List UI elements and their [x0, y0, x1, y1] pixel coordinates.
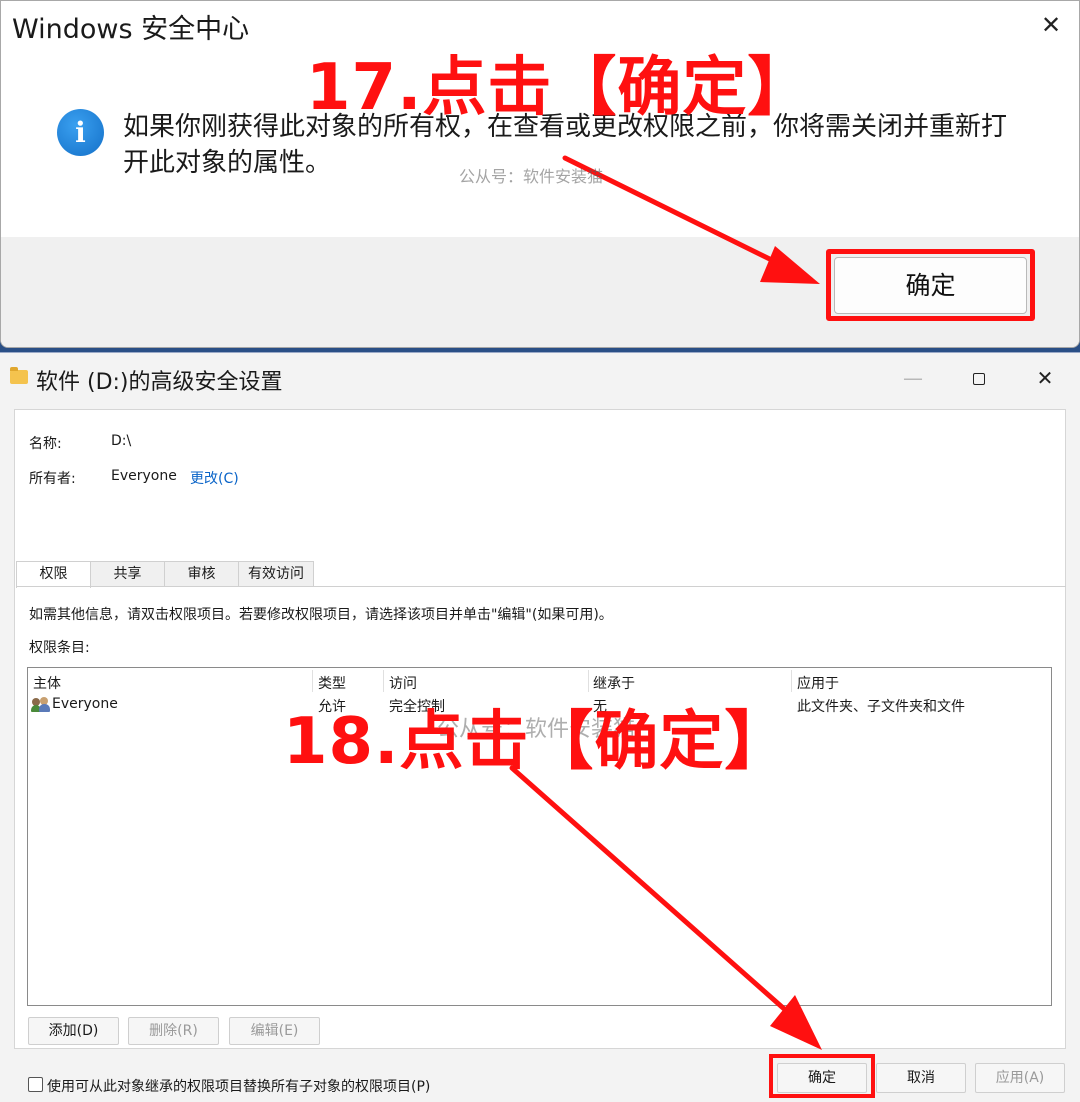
replace-child-permissions-checkbox[interactable] [28, 1077, 43, 1092]
highlight-box-ok-1 [826, 249, 1035, 321]
watermark: 公从号：软件安装猫 [459, 167, 604, 186]
remove-button[interactable]: 删除(R) [128, 1017, 219, 1045]
apply-button[interactable]: 应用(A) [975, 1063, 1065, 1093]
close-icon[interactable]: ✕ [1038, 12, 1064, 38]
step-17-annotation: 17.点击【确定】 [306, 51, 813, 125]
users-icon [31, 697, 50, 712]
maximize-icon[interactable] [966, 365, 992, 391]
window-title: 软件 (D:)的高级安全设置 [36, 370, 283, 395]
highlight-box-ok-2 [769, 1054, 875, 1098]
window-close-icon[interactable]: ✕ [1032, 365, 1058, 391]
cell-principal: Everyone [52, 696, 118, 712]
replace-child-permissions-label[interactable]: 使用可从此对象继承的权限项目替换所有子对象的权限项目(P) [47, 1076, 430, 1096]
name-label: 名称: [29, 436, 62, 452]
security-dialog-title: Windows 安全中心 [12, 14, 250, 45]
column-separator [312, 670, 313, 692]
tab-permissions[interactable]: 权限 [16, 561, 91, 588]
column-separator [588, 670, 589, 692]
tab-auditing[interactable]: 审核 [164, 561, 239, 587]
tab-divider [16, 586, 1066, 587]
edit-button[interactable]: 编辑(E) [229, 1017, 320, 1045]
column-header-applies-to[interactable]: 应用于 [797, 673, 839, 693]
info-icon: i [57, 109, 104, 156]
minimize-icon[interactable]: — [900, 365, 926, 391]
instructions-text: 如需其他信息，请双击权限项目。若要修改权限项目，请选择该项目并单击"编辑"(如果… [29, 607, 613, 623]
cancel-button[interactable]: 取消 [876, 1063, 966, 1093]
add-button[interactable]: 添加(D) [28, 1017, 119, 1045]
tab-effective-access[interactable]: 有效访问 [238, 561, 314, 587]
owner-value: Everyone [111, 468, 177, 484]
name-value: D:\ [111, 433, 132, 449]
folder-icon [10, 367, 28, 384]
cell-applies-to: 此文件夹、子文件夹和文件 [797, 699, 965, 715]
entries-label: 权限条目: [29, 640, 90, 656]
column-header-principal[interactable]: 主体 [33, 673, 61, 693]
column-separator [383, 670, 384, 692]
column-separator [791, 670, 792, 692]
owner-label: 所有者: [29, 471, 76, 487]
change-owner-link[interactable]: 更改(C) [190, 468, 239, 488]
step-18-annotation: 18.点击【确定】 [283, 705, 790, 779]
tab-sharing[interactable]: 共享 [90, 561, 165, 587]
